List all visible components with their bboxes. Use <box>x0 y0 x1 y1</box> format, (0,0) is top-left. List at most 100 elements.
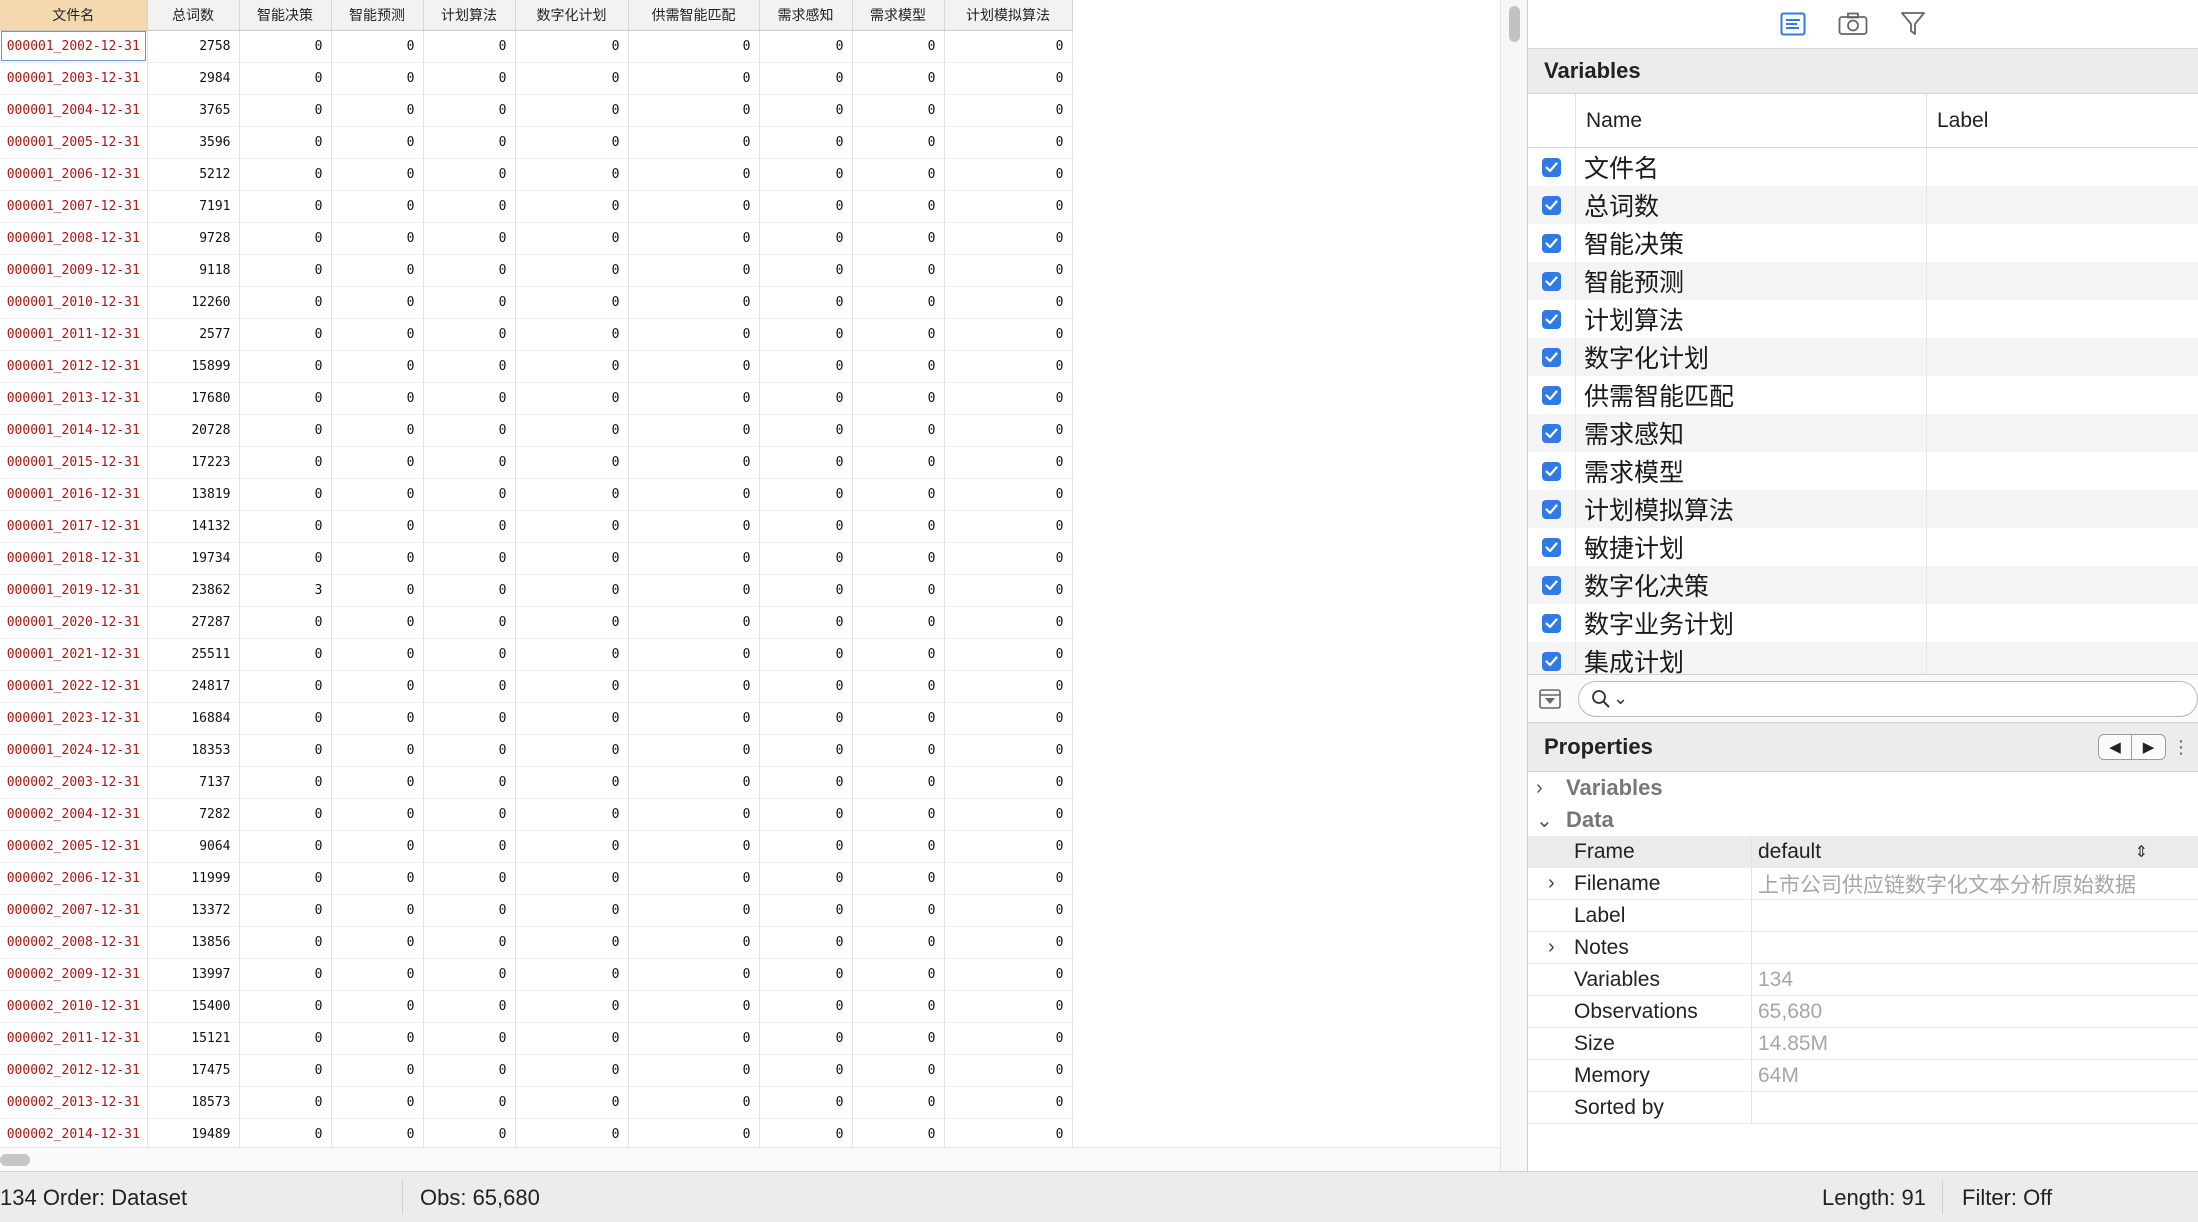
table-row[interactable]: 000001_2015-12-31 17223 0 0 0 0 0 0 0 0 <box>0 446 1073 479</box>
table-cell[interactable]: 0 <box>944 862 1073 895</box>
table-cell[interactable]: 0 <box>944 958 1073 991</box>
table-cell[interactable]: 7137 <box>147 766 240 799</box>
table-cell[interactable]: 0 <box>759 702 853 735</box>
variable-row[interactable]: 数字化计划 <box>1528 338 2198 376</box>
table-cell[interactable]: 0 <box>331 382 424 415</box>
column-header[interactable]: 计划模拟算法 <box>944 0 1073 31</box>
variable-checkbox[interactable] <box>1542 575 1561 595</box>
variable-checkbox[interactable] <box>1542 195 1561 215</box>
table-cell[interactable]: 0 <box>852 510 945 543</box>
table-row[interactable]: 000001_2005-12-31 3596 0 0 0 0 0 0 0 0 <box>0 126 1073 159</box>
filename-cell[interactable]: 000002_2003-12-31 <box>0 766 148 799</box>
table-cell[interactable]: 0 <box>628 574 760 607</box>
table-cell[interactable]: 0 <box>515 190 629 223</box>
table-cell[interactable]: 0 <box>515 126 629 159</box>
table-cell[interactable]: 0 <box>515 1054 629 1087</box>
table-cell[interactable]: 0 <box>239 158 332 191</box>
table-cell[interactable]: 0 <box>852 318 945 351</box>
table-cell[interactable]: 0 <box>944 990 1073 1023</box>
more-icon[interactable]: ⋮ <box>2172 737 2190 758</box>
table-cell[interactable]: 0 <box>852 798 945 831</box>
table-row[interactable]: 000001_2019-12-31 23862 3 0 0 0 0 0 0 0 <box>0 574 1073 607</box>
table-cell[interactable]: 0 <box>852 574 945 607</box>
table-cell[interactable]: 0 <box>628 350 760 383</box>
variable-row[interactable]: 需求感知 <box>1528 414 2198 452</box>
table-cell[interactable]: 0 <box>759 670 853 703</box>
filename-cell[interactable]: 000002_2005-12-31 <box>0 830 148 863</box>
variable-checkbox[interactable] <box>1542 385 1561 405</box>
table-cell[interactable]: 0 <box>759 862 853 895</box>
table-cell[interactable]: 13856 <box>147 926 240 959</box>
table-cell[interactable]: 0 <box>852 1086 945 1119</box>
table-cell[interactable]: 0 <box>628 478 760 511</box>
table-cell[interactable]: 25511 <box>147 638 240 671</box>
filename-cell[interactable]: 000001_2011-12-31 <box>0 318 148 351</box>
table-cell[interactable]: 0 <box>852 670 945 703</box>
table-cell[interactable]: 0 <box>239 350 332 383</box>
table-cell[interactable]: 0 <box>944 574 1073 607</box>
table-cell[interactable]: 0 <box>515 478 629 511</box>
table-cell[interactable]: 0 <box>852 1118 945 1147</box>
properties-group-variables[interactable]: › Variables <box>1528 772 2198 804</box>
table-cell[interactable]: 0 <box>423 894 516 927</box>
table-cell[interactable]: 0 <box>239 990 332 1023</box>
table-row[interactable]: 000001_2002-12-31 2758 0 0 0 0 0 0 0 0 <box>0 30 1073 63</box>
table-cell[interactable]: 0 <box>423 62 516 95</box>
property-row[interactable]: Variables 134 <box>1528 964 2198 996</box>
table-cell[interactable]: 0 <box>759 734 853 767</box>
variable-row[interactable]: 供需智能匹配 <box>1528 376 2198 414</box>
table-row[interactable]: 000001_2010-12-31 12260 0 0 0 0 0 0 0 0 <box>0 286 1073 319</box>
table-cell[interactable]: 0 <box>944 638 1073 671</box>
table-cell[interactable]: 0 <box>515 734 629 767</box>
table-cell[interactable]: 0 <box>423 30 516 63</box>
variables-list[interactable]: 文件名 总词数 智能决策 智能预测 计划算法 数字化计划 供需智能匹配 需求感知 需求模型 计划模… <box>1528 148 2198 674</box>
table-cell[interactable]: 2984 <box>147 62 240 95</box>
variable-checkbox[interactable] <box>1542 347 1561 367</box>
table-cell[interactable]: 0 <box>239 126 332 159</box>
table-cell[interactable]: 0 <box>331 414 424 447</box>
table-cell[interactable]: 13372 <box>147 894 240 927</box>
table-cell[interactable]: 0 <box>852 830 945 863</box>
table-cell[interactable]: 0 <box>423 574 516 607</box>
table-cell[interactable]: 0 <box>852 62 945 95</box>
filename-cell[interactable]: 000001_2009-12-31 <box>0 254 148 287</box>
table-cell[interactable]: 0 <box>239 1086 332 1119</box>
table-cell[interactable]: 0 <box>515 766 629 799</box>
table-cell[interactable]: 0 <box>759 62 853 95</box>
table-cell[interactable]: 0 <box>628 958 760 991</box>
table-cell[interactable]: 0 <box>423 1086 516 1119</box>
table-cell[interactable]: 0 <box>423 862 516 895</box>
table-row[interactable]: 000001_2011-12-31 2577 0 0 0 0 0 0 0 0 <box>0 318 1073 351</box>
table-cell[interactable]: 0 <box>628 734 760 767</box>
column-header[interactable]: 需求感知 <box>759 0 853 31</box>
variable-row[interactable]: 智能预测 <box>1528 262 2198 300</box>
filename-cell[interactable]: 000001_2007-12-31 <box>0 190 148 223</box>
table-cell[interactable]: 0 <box>515 350 629 383</box>
filename-cell[interactable]: 000001_2016-12-31 <box>0 478 148 511</box>
table-cell[interactable]: 0 <box>515 862 629 895</box>
table-cell[interactable]: 0 <box>515 1022 629 1055</box>
table-row[interactable]: 000002_2009-12-31 13997 0 0 0 0 0 0 0 0 <box>0 958 1073 991</box>
table-cell[interactable]: 0 <box>852 702 945 735</box>
table-cell[interactable]: 0 <box>239 254 332 287</box>
table-cell[interactable]: 15121 <box>147 1022 240 1055</box>
table-cell[interactable]: 0 <box>515 830 629 863</box>
table-cell[interactable]: 0 <box>944 158 1073 191</box>
table-cell[interactable]: 0 <box>628 94 760 127</box>
table-cell[interactable]: 0 <box>239 766 332 799</box>
column-header[interactable]: 供需智能匹配 <box>628 0 760 31</box>
filename-cell[interactable]: 000002_2012-12-31 <box>0 1054 148 1087</box>
filename-cell[interactable]: 000001_2003-12-31 <box>0 62 148 95</box>
table-cell[interactable]: 0 <box>331 958 424 991</box>
table-row[interactable]: 000001_2013-12-31 17680 0 0 0 0 0 0 0 0 <box>0 382 1073 415</box>
table-cell[interactable]: 0 <box>515 254 629 287</box>
table-cell[interactable]: 0 <box>515 382 629 415</box>
filename-cell[interactable]: 000001_2005-12-31 <box>0 126 148 159</box>
snapshot-camera-icon[interactable] <box>1836 7 1870 41</box>
table-cell[interactable]: 0 <box>239 1118 332 1147</box>
table-cell[interactable]: 0 <box>331 126 424 159</box>
filename-cell[interactable]: 000002_2004-12-31 <box>0 798 148 831</box>
property-row[interactable]: › Notes <box>1528 932 2198 964</box>
filename-cell[interactable]: 000001_2013-12-31 <box>0 382 148 415</box>
table-cell[interactable]: 0 <box>331 478 424 511</box>
